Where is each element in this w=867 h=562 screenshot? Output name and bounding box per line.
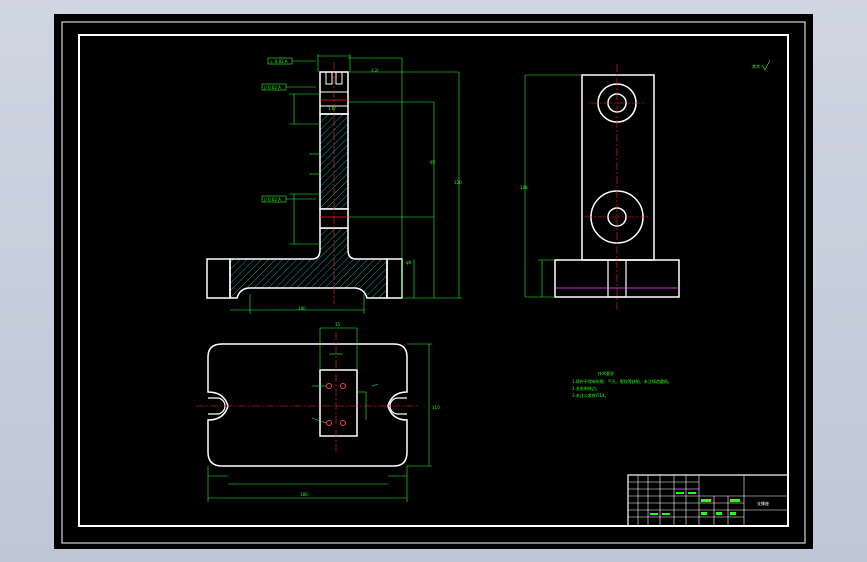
roughness-note: 其余 xyxy=(752,59,771,71)
svg-text:φ9: φ9 xyxy=(406,260,412,265)
svg-text:其余: 其余 xyxy=(752,63,760,69)
svg-text:2.去毛刺锐边。: 2.去毛刺锐边。 xyxy=(572,385,600,391)
svg-text:技术要求: 技术要求 xyxy=(598,370,614,376)
outer-border xyxy=(61,21,806,544)
engineering-drawing: ⊥ 0.02 A // 0.02 A // 0.02 A 3.2/ 1.6/ 9… xyxy=(61,21,806,544)
svg-text:// 0.02 A: // 0.02 A xyxy=(264,85,281,90)
svg-text:140: 140 xyxy=(298,306,306,311)
svg-text:// 0.02 A: // 0.02 A xyxy=(264,197,281,202)
svg-text:支撑座: 支撑座 xyxy=(757,500,769,506)
svg-text:95: 95 xyxy=(430,160,436,165)
title-block: 支撑座 xyxy=(627,474,789,527)
cad-viewer: ⊥ 0.02 A // 0.02 A // 0.02 A 3.2/ 1.6/ 9… xyxy=(0,0,867,562)
front-section-view: ⊥ 0.02 A // 0.02 A // 0.02 A 3.2/ 1.6/ 9… xyxy=(206,54,462,314)
side-view: 128 xyxy=(520,64,680,310)
svg-text:180: 180 xyxy=(300,492,308,497)
svg-text:128: 128 xyxy=(520,185,528,190)
tech-requirements: 技术要求 1.铸件不得有砂眼、气孔、裂纹等缺陷，未注铸造圆角。 2.去毛刺锐边。… xyxy=(572,370,672,398)
svg-text:⊥ 0.02 A: ⊥ 0.02 A xyxy=(270,59,288,64)
svg-text:1.铸件不得有砂眼、气孔、裂纹等缺陷，未注铸造圆角。: 1.铸件不得有砂眼、气孔、裂纹等缺陷，未注铸造圆角。 xyxy=(572,378,672,384)
svg-text:3.未注公差按IT14。: 3.未注公差按IT14。 xyxy=(572,392,609,398)
svg-text:110: 110 xyxy=(432,405,440,410)
top-view: 180 35 110 xyxy=(196,322,440,502)
svg-text:35: 35 xyxy=(335,322,341,327)
svg-text:1.6/: 1.6/ xyxy=(328,106,336,111)
svg-text:3.2/: 3.2/ xyxy=(371,68,379,73)
drawing-sheet: ⊥ 0.02 A // 0.02 A // 0.02 A 3.2/ 1.6/ 9… xyxy=(54,14,813,549)
inner-border xyxy=(78,34,789,527)
svg-text:120: 120 xyxy=(454,180,462,185)
